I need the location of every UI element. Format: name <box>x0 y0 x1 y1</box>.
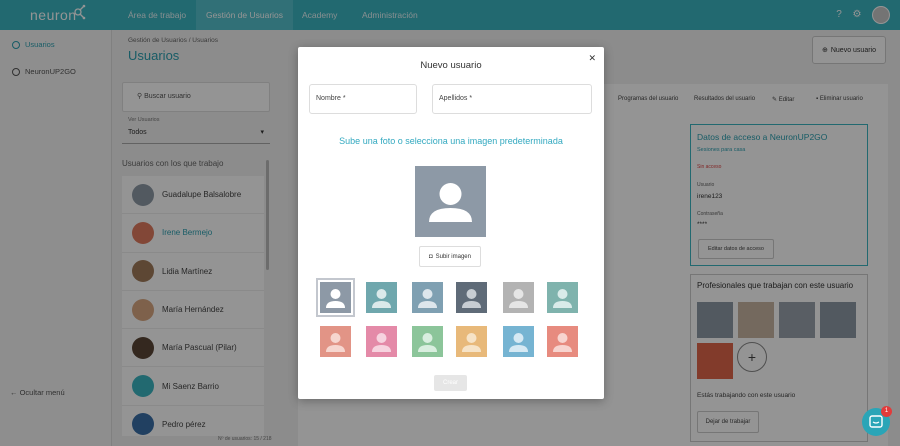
person-icon <box>326 289 345 308</box>
avatar-preview <box>415 166 486 237</box>
preset-avatar-option[interactable] <box>316 278 355 317</box>
person-icon <box>372 289 391 308</box>
person-icon <box>553 333 572 352</box>
preset-avatar-option[interactable] <box>412 282 443 313</box>
person-icon <box>429 183 472 222</box>
person-icon <box>418 333 437 352</box>
person-icon <box>462 289 481 308</box>
upload-label: Subir imagen <box>435 253 471 260</box>
close-icon[interactable]: ✕ <box>588 53 596 64</box>
modal-title: Nuevo usuario <box>420 60 482 71</box>
surname-placeholder: Apellidos * <box>439 95 473 102</box>
preset-avatar-option[interactable] <box>366 282 397 313</box>
notification-badge: 1 <box>881 406 892 417</box>
preset-avatar-option[interactable] <box>412 326 443 357</box>
preset-avatar-option[interactable] <box>320 326 351 357</box>
person-icon <box>418 289 437 308</box>
person-icon <box>509 333 528 352</box>
person-icon <box>509 289 528 308</box>
camera-icon: ◘ <box>429 253 433 260</box>
person-icon <box>462 333 481 352</box>
surname-field[interactable]: Apellidos * <box>432 84 592 114</box>
preset-avatar-option[interactable] <box>456 282 487 313</box>
preset-avatar-option[interactable] <box>456 326 487 357</box>
person-icon <box>326 333 345 352</box>
person-icon <box>372 333 391 352</box>
preset-avatar-option[interactable] <box>366 326 397 357</box>
upload-image-button[interactable]: ◘ Subir imagen <box>419 246 481 267</box>
create-button[interactable]: Crear <box>434 375 467 391</box>
upload-prompt: Sube una foto o selecciona una imagen pr… <box>339 136 563 146</box>
preset-avatar-option[interactable] <box>547 282 578 313</box>
name-field[interactable]: Nombre * <box>309 84 417 114</box>
person-icon <box>553 289 572 308</box>
preset-avatar-option[interactable] <box>547 326 578 357</box>
name-placeholder: Nombre * <box>316 95 346 102</box>
preset-avatar-option[interactable] <box>503 326 534 357</box>
preset-avatar-option[interactable] <box>503 282 534 313</box>
new-user-modal: Nuevo usuario ✕ Nombre * Apellidos * Sub… <box>298 47 604 399</box>
